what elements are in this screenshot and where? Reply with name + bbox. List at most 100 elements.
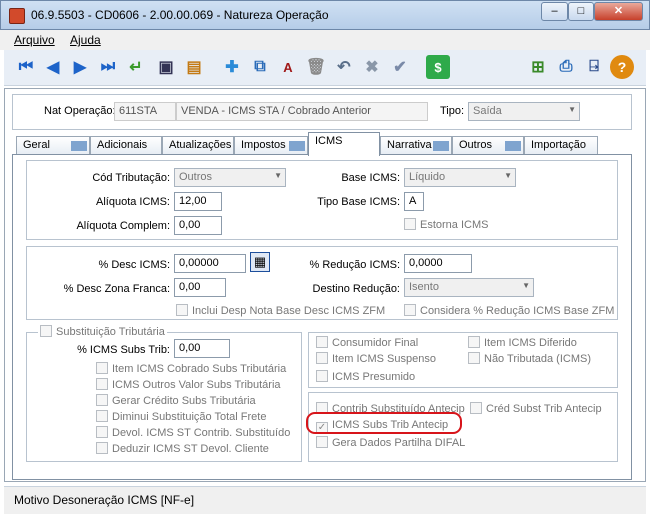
checkbox-box [316,352,328,364]
suspenso-checkbox[interactable]: Item ICMS Suspenso [316,352,436,365]
checkbox-box [96,426,108,438]
dest-select[interactable]: Isento ▼ [404,278,534,297]
checkbox-box [96,394,108,406]
zona-label: % Desc Zona Franca: [63,283,170,295]
next-icon[interactable]: ▶ [68,55,92,79]
close-button[interactable]: ✕ [594,2,643,21]
nao-tributada-checkbox[interactable]: Não Tributada (ICMS) [468,352,591,365]
subst-checkbox[interactable]: Substituição Tributária [38,325,167,338]
aliq-compl-label: Alíquota Complem: [76,220,170,232]
consumidor-checkbox[interactable]: Consumidor Final [316,336,418,349]
checkbox-box [404,218,416,230]
cod-trib-select[interactable]: Outros ▼ [174,168,286,187]
prev-icon[interactable]: ◀ [41,55,65,79]
subst-check-6[interactable]: Deduzir ICMS ST Devol. Cliente [96,442,269,455]
antecip-label: Créd Subst Trib Antecip [486,403,602,415]
flag-label: ICMS Presumido [332,371,416,383]
zona-field[interactable]: 0,00 [174,278,226,297]
inclui-label: Inclui Desp Nota Base Desc ICMS ZFM [192,305,386,317]
text-icon[interactable]: A [276,55,300,79]
subst-check-3[interactable]: Gerar Crédito Subs Tributária [96,394,256,407]
considera-checkbox[interactable]: Considera % Redução ICMS Base ZFM [404,304,614,317]
base-select[interactable]: Líquido ▼ [404,168,516,187]
tab-geral[interactable]: Geral [16,136,90,154]
cred-antecip-checkbox[interactable]: Créd Subst Trib Antecip [470,402,602,415]
pct-desc-field[interactable]: 0,00000 [174,254,246,273]
subst-pct-label: % ICMS Subs Trib: [77,344,170,356]
antecip-label: Gera Dados Partilha DIFAL [332,437,466,449]
flag-label: Não Tributada (ICMS) [484,353,591,365]
inclui-checkbox[interactable]: Inclui Desp Nota Base Desc ICMS ZFM [176,304,385,317]
report-icon[interactable]: ▤ [182,55,206,79]
tab-icms[interactable]: ICMS [308,132,380,156]
tipo-base-field[interactable]: A [404,192,424,211]
status-text: Motivo Desoneração ICMS [NF-e] [14,493,195,507]
confirm-icon[interactable]: ✔ [388,55,412,79]
subst-check-label: Diminui Substituição Total Frete [112,411,267,423]
tipo-label: Tipo: [440,105,465,117]
nat-desc-field[interactable]: VENDA - ICMS STA / Cobrado Anterior [176,102,428,121]
highlight-annotation [306,412,462,434]
view-icon[interactable]: ▣ [154,55,178,79]
presumido-checkbox[interactable]: ICMS Presumido [316,370,415,383]
tab-importacao[interactable]: Importação [524,136,598,154]
red-field[interactable]: 0,0000 [404,254,472,273]
tab-bar [505,141,521,151]
estorna-label: Estorna ICMS [420,219,489,231]
enter-icon[interactable]: ↵ [124,55,148,79]
tab-label: ICMS [315,135,343,147]
tree-icon[interactable]: ⊞ [526,55,550,79]
tab-label: Geral [23,139,50,151]
cancel-icon[interactable]: ✖ [360,55,384,79]
last-icon[interactable]: ⏭ [96,55,120,79]
flag-label: Item ICMS Diferido [484,337,577,349]
print-icon[interactable]: ⎙ [554,55,578,79]
delete-icon[interactable]: 🗑 [304,55,328,79]
checkbox-box [96,378,108,390]
calculator-icon[interactable]: ▦ [250,252,270,272]
maximize-button[interactable]: □ [568,2,594,21]
flag-label: Item ICMS Suspenso [332,353,436,365]
tab-label: Adicionais [97,139,148,151]
copy-icon[interactable]: ⧉ [248,55,272,79]
subst-pct-field[interactable]: 0,00 [174,339,230,358]
diferido-checkbox[interactable]: Item ICMS Diferido [468,336,577,349]
subst-check-1[interactable]: Item ICMS Cobrado Subs Tributária [96,362,286,375]
new-icon[interactable]: ✚ [220,55,244,79]
subst-check-2[interactable]: ICMS Outros Valor Subs Tributária [96,378,281,391]
first-icon[interactable]: ⏮ [14,55,38,79]
estorna-checkbox[interactable]: Estorna ICMS [404,218,488,231]
subst-check-4[interactable]: Diminui Substituição Total Frete [96,410,266,423]
tab-impostos[interactable]: Impostos [234,136,308,154]
base-label: Base ICMS: [341,172,400,184]
tab-adicionais[interactable]: Adicionais [90,136,162,154]
minimize-button[interactable]: – [541,2,568,21]
subst-check-5[interactable]: Devol. ICMS ST Contrib. Substituído [96,426,290,439]
nat-code-field[interactable]: 611STA [114,102,176,121]
toolbar: ⏮ ◀ ▶ ⏭ ↵ ▣ ▤ ✚ ⧉ A 🗑 ↶ ✖ ✔ $ ⊞ ⎙ ⍈ ? [4,50,646,86]
dollar-icon[interactable]: $ [426,55,450,79]
tab-atualizacoes[interactable]: Atualizações [162,136,234,154]
base-value: Líquido [409,171,446,183]
cod-trib-label: Cód Tributação: [92,172,170,184]
tab-label: Outros [459,139,493,151]
dest-value: Isento [409,281,439,293]
undo-icon[interactable]: ↶ [332,55,356,79]
tab-outros[interactable]: Outros [452,136,524,154]
considera-label: Considera % Redução ICMS Base ZFM [420,305,615,317]
app-icon [9,8,25,24]
menu-arquivo[interactable]: Arquivo [14,33,55,47]
tab-narrativa[interactable]: Narrativa [380,136,452,154]
exit-icon[interactable]: ⍈ [582,55,606,79]
subst-check-label: ICMS Outros Valor Subs Tributária [112,379,281,391]
subst-check-label: Gerar Crédito Subs Tributária [112,395,256,407]
checkbox-box [470,402,482,414]
tab-label: Impostos [241,139,286,151]
menu-ajuda[interactable]: Ajuda [70,33,101,47]
difal-checkbox[interactable]: Gera Dados Partilha DIFAL [316,436,465,449]
tipo-select[interactable]: Saída ▼ [468,102,580,121]
dest-label: Destino Redução: [312,283,400,295]
aliquota-field[interactable]: 12,00 [174,192,222,211]
aliq-compl-field[interactable]: 0,00 [174,216,222,235]
help-icon[interactable]: ? [610,55,634,79]
